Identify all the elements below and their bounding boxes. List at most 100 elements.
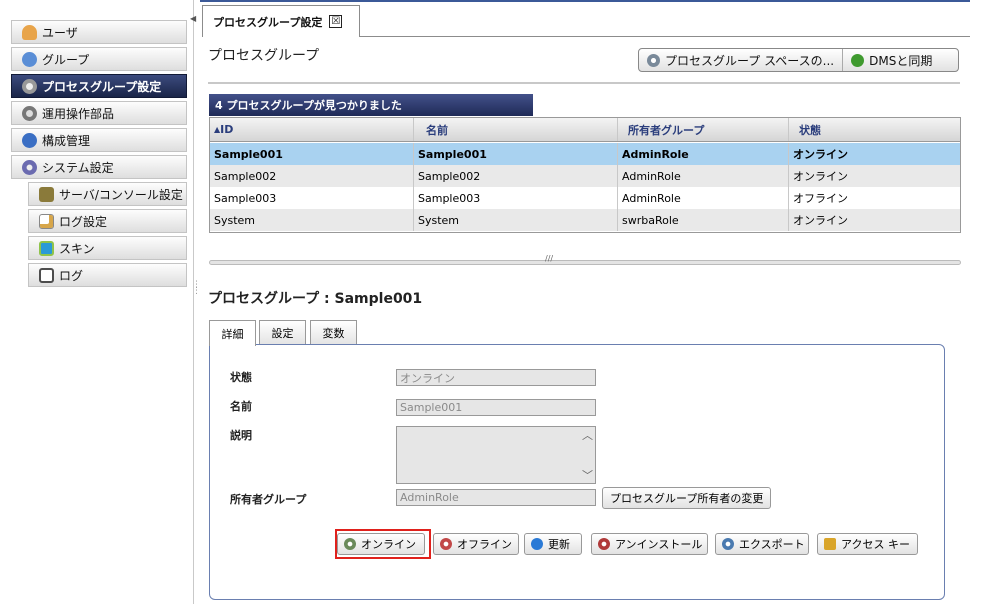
cell-name: Sample002 xyxy=(414,165,618,187)
config-icon xyxy=(22,132,37,148)
offline-gear-icon xyxy=(440,538,452,550)
sidebar-item-label: スキン xyxy=(59,241,95,256)
sidebar-item-groups[interactable]: グループ xyxy=(11,47,187,71)
offline-button[interactable]: オフライン xyxy=(433,533,519,555)
column-header-name[interactable]: 名前 xyxy=(414,118,618,141)
cell-owner: AdminRole xyxy=(618,165,789,187)
column-header-id[interactable]: ▲ ID xyxy=(210,118,414,141)
detail-panel: 状態 名前 説明 ︿ ﹀ 所有者グループ プロセスグループ所有者の変更 オンライ… xyxy=(209,344,945,600)
key-icon xyxy=(824,538,836,550)
status-field[interactable] xyxy=(396,369,596,386)
collapse-arrow-icon[interactable]: ◀ xyxy=(190,14,196,23)
tab-settings[interactable]: 設定 xyxy=(259,320,306,345)
panel-splitter[interactable]: /// xyxy=(209,254,961,265)
uninstall-icon xyxy=(598,538,610,550)
sync-icon xyxy=(851,53,865,67)
name-field[interactable] xyxy=(396,399,596,416)
cell-name: Sample001 xyxy=(414,143,618,165)
gear-icon xyxy=(647,53,660,67)
sidebar-item-label: ログ設定 xyxy=(59,214,108,229)
cell-status: オンライン xyxy=(793,170,848,183)
cell-id: Sample002 xyxy=(210,165,414,187)
sidebar-item-users[interactable]: ユーザ xyxy=(11,20,187,44)
header-button-group: プロセスグループ スペースの... DMSと同期 xyxy=(638,48,959,72)
table-row[interactable]: Sample003 Sample003 AdminRole オフライン xyxy=(210,187,960,209)
sidebar-item-process-group-settings[interactable]: プロセスグループ設定 xyxy=(11,74,187,98)
user-icon xyxy=(22,24,37,40)
owner-group-label: 所有者グループ xyxy=(230,493,307,506)
group-icon xyxy=(22,51,37,67)
sidebar-item-label: 構成管理 xyxy=(42,133,91,148)
refresh-icon xyxy=(531,538,543,550)
sidebar-item-operation-parts[interactable]: 運用操作部品 xyxy=(11,101,187,125)
grip-icon: /// xyxy=(545,254,554,263)
top-rule xyxy=(200,0,970,2)
sidebar-nav: ユーザ グループ プロセスグループ設定 運用操作部品 構成管理 システム設定 サ… xyxy=(0,0,194,604)
sidebar-item-label: システム設定 xyxy=(42,160,114,175)
table-header: ▲ ID 名前 所有者グループ 状態 xyxy=(210,118,960,142)
sidebar-item-server-console-settings[interactable]: サーバ/コンソール設定 xyxy=(28,182,187,206)
description-field[interactable] xyxy=(396,426,596,484)
dms-sync-button[interactable]: DMSと同期 xyxy=(842,49,940,71)
access-key-button[interactable]: アクセス キー xyxy=(817,533,918,555)
close-icon[interactable]: ☒ xyxy=(329,15,343,28)
sidebar-item-skin[interactable]: スキン xyxy=(28,236,187,260)
cell-name: System xyxy=(414,209,618,231)
table-row[interactable]: Sample001 Sample001 AdminRole オンライン xyxy=(210,143,960,165)
sidebar-item-label: サーバ/コンソール設定 xyxy=(59,187,183,202)
table-row[interactable]: Sample002 Sample002 AdminRole オンライン xyxy=(210,165,960,187)
sidebar-item-log-settings[interactable]: ログ設定 xyxy=(28,209,187,233)
change-owner-button[interactable]: プロセスグループ所有者の変更 xyxy=(602,487,772,509)
skin-icon xyxy=(39,240,54,256)
name-label: 名前 xyxy=(230,400,252,413)
column-header-owner[interactable]: 所有者グループ xyxy=(618,118,789,141)
cell-id: System xyxy=(210,209,414,231)
tab-process-group-settings[interactable]: プロセスグループ設定 ☒ xyxy=(202,5,360,37)
page-title: プロセスグループ xyxy=(208,48,320,64)
server-icon xyxy=(39,186,54,202)
scroll-up-icon[interactable]: ︿ xyxy=(582,427,593,443)
sidebar-splitter[interactable]: ◀ ⋮ ⋮ xyxy=(189,0,201,604)
gear-icon xyxy=(22,105,37,121)
export-button[interactable]: エクスポート xyxy=(715,533,809,555)
cell-status: オンライン xyxy=(793,214,848,227)
dms-sync-label: DMSと同期 xyxy=(869,53,933,68)
highlight-frame xyxy=(335,529,431,559)
sidebar-item-system-settings[interactable]: システム設定 xyxy=(11,155,187,179)
scroll-down-icon[interactable]: ﹀ xyxy=(582,467,593,483)
cell-id: Sample001 xyxy=(210,143,414,165)
process-space-label: プロセスグループ スペースの... xyxy=(665,53,835,68)
cell-owner: AdminRole xyxy=(618,187,789,209)
sidebar-item-log[interactable]: ログ xyxy=(28,263,187,287)
cell-owner: swrbaRole xyxy=(618,209,789,231)
sidebar-item-label: プロセスグループ設定 xyxy=(42,79,162,94)
export-icon xyxy=(722,538,734,550)
sidebar-item-config-management[interactable]: 構成管理 xyxy=(11,128,187,152)
gear-icon xyxy=(22,78,37,94)
textarea-scrollbar[interactable]: ︿ ﹀ xyxy=(580,427,595,483)
tab-label: プロセスグループ設定 xyxy=(213,15,323,29)
status-label: 状態 xyxy=(230,371,252,384)
sidebar-item-label: 運用操作部品 xyxy=(42,106,115,121)
cell-id: Sample003 xyxy=(210,187,414,209)
cell-status: オフライン xyxy=(793,192,848,205)
column-header-status[interactable]: 状態 xyxy=(789,118,960,141)
header-rule xyxy=(208,82,960,84)
system-gear-icon xyxy=(22,159,37,175)
process-group-table: ▲ ID 名前 所有者グループ 状態 Sample001 Sample001 Ad… xyxy=(209,117,961,233)
tab-details[interactable]: 詳細 xyxy=(209,320,256,346)
process-space-button[interactable]: プロセスグループ スペースの... xyxy=(639,49,842,71)
refresh-button[interactable]: 更新 xyxy=(524,533,582,555)
table-row[interactable]: System System swrbaRole オンライン xyxy=(210,209,960,231)
uninstall-button[interactable]: アンインストール xyxy=(591,533,708,555)
log-settings-icon xyxy=(39,213,54,229)
cell-owner: AdminRole xyxy=(618,143,789,165)
description-label: 説明 xyxy=(230,429,252,442)
tab-variables[interactable]: 変数 xyxy=(310,320,357,345)
owner-group-field[interactable] xyxy=(396,489,596,506)
log-icon xyxy=(39,267,54,283)
detail-title: プロセスグループ : Sample001 xyxy=(208,291,423,307)
sidebar-item-label: グループ xyxy=(42,52,90,67)
sidebar-item-label: ログ xyxy=(59,268,84,283)
main-panel: プロセスグループ設定 ☒ プロセスグループ プロセスグループ スペースの... … xyxy=(200,0,1004,604)
